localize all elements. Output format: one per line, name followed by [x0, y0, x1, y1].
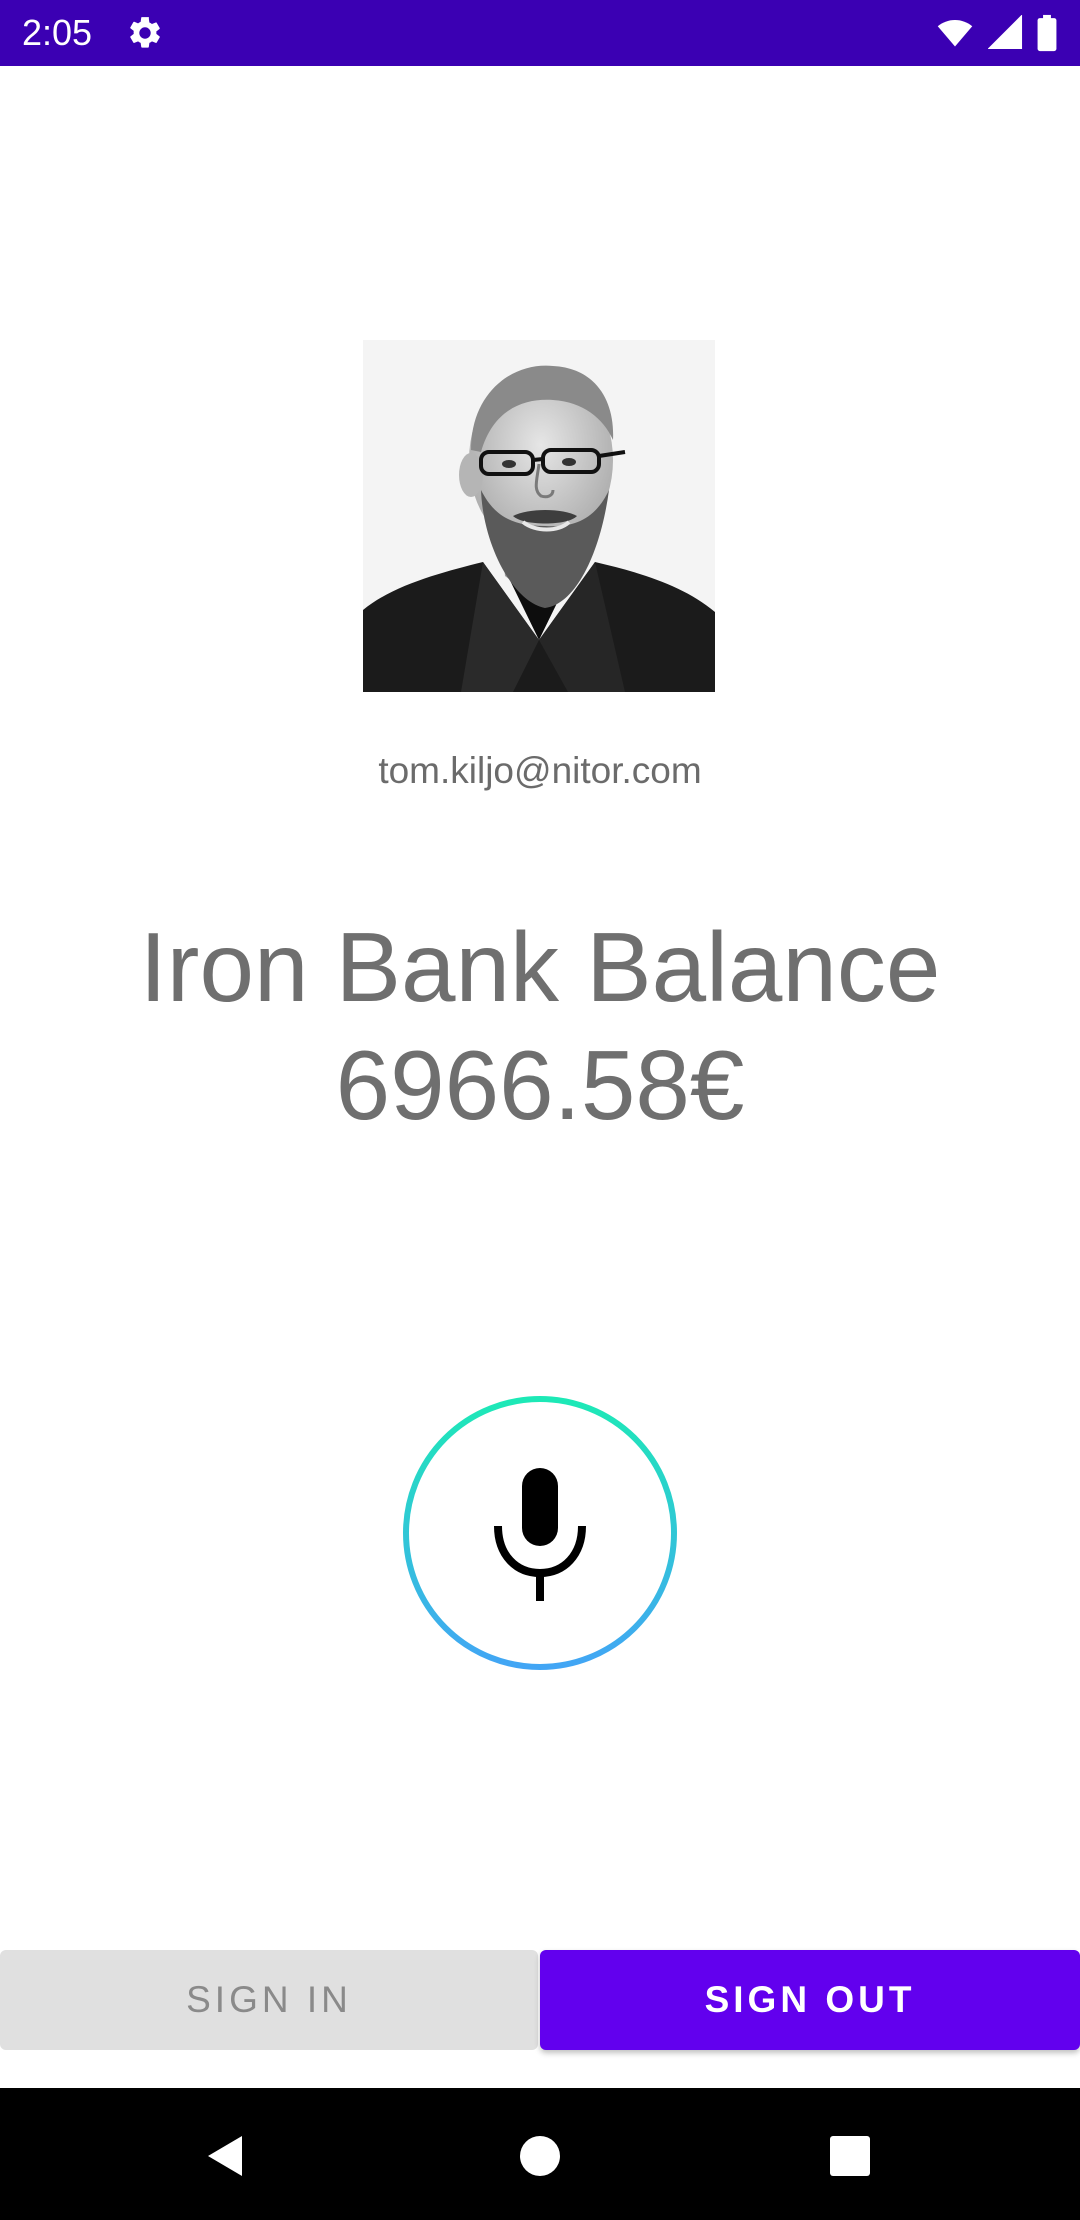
auth-buttons: SIGN IN SIGN OUT	[0, 1950, 1080, 2050]
sign-out-button[interactable]: SIGN OUT	[540, 1950, 1080, 2050]
balance-value: 6966.58€	[335, 1030, 745, 1140]
user-email: tom.kiljo@nitor.com	[378, 750, 702, 791]
status-time: 2:05	[22, 12, 93, 53]
wifi-icon	[934, 15, 976, 51]
status-bar: 2:05	[0, 0, 1080, 66]
cell-signal-icon	[988, 15, 1024, 51]
balance-block: Iron Bank Balance 6966.58€	[0, 908, 1080, 1144]
system-nav-bar	[0, 2088, 1080, 2220]
app-screen: 2:05 tom.kiljo@nitor.com Iron Bank Balan…	[0, 0, 1080, 2220]
recents-square-icon[interactable]	[826, 2132, 874, 2180]
balance-label: Iron Bank Balance	[139, 912, 941, 1022]
status-icons	[934, 12, 1058, 54]
user-photo	[363, 340, 715, 692]
gear-icon	[126, 14, 164, 52]
battery-icon	[1036, 14, 1058, 52]
microphone-button[interactable]	[400, 1393, 680, 1673]
home-circle-icon[interactable]	[516, 2132, 564, 2180]
back-triangle-icon[interactable]	[202, 2132, 250, 2180]
sign-in-button[interactable]: SIGN IN	[0, 1950, 538, 2050]
